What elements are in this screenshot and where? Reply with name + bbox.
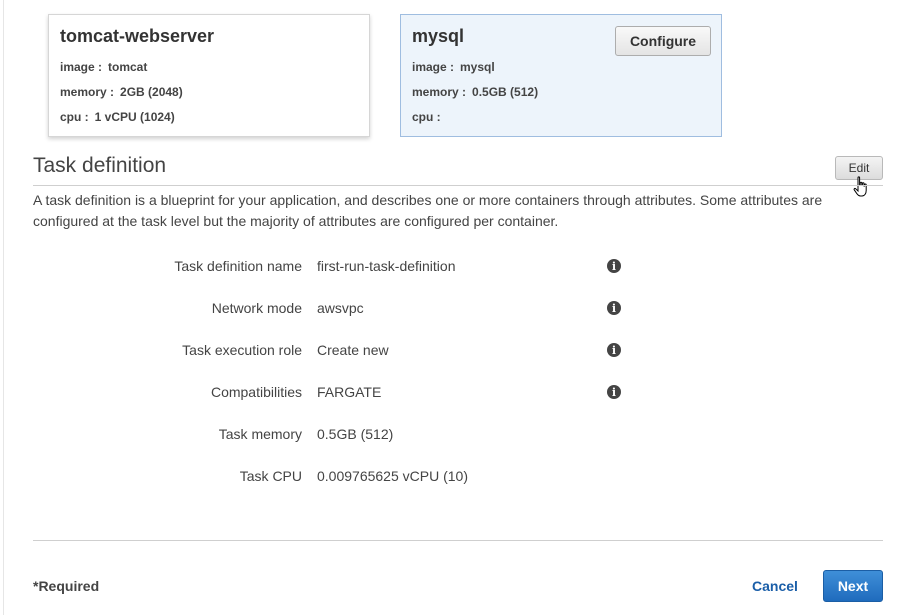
info-icon[interactable]: i <box>607 385 621 399</box>
cpu-label: cpu : <box>412 110 441 124</box>
attribute-label: Task execution role <box>182 342 302 358</box>
attribute-value: 0.009765625 vCPU (10) <box>317 468 468 484</box>
attribute-row-compatibilities: Compatibilities FARGATE i <box>0 384 902 404</box>
info-icon[interactable]: i <box>607 259 621 273</box>
container-card-tomcat-webserver[interactable]: tomcat-webserver image : tomcat memory : 2… <box>48 14 370 137</box>
section-title: Task definition <box>33 154 167 177</box>
footer-divider <box>33 540 883 541</box>
info-icon[interactable]: i <box>607 343 621 357</box>
image-value: tomcat <box>108 60 148 74</box>
attribute-value: Create new <box>317 342 389 358</box>
container-name: tomcat-webserver <box>60 26 215 46</box>
attribute-label: Network mode <box>211 300 302 316</box>
attribute-row-task-execution-role: Task execution role Create new i <box>0 342 902 362</box>
attribute-label: Task CPU <box>239 468 302 484</box>
section-divider <box>33 185 883 186</box>
memory-value: 0.5GB (512) <box>472 85 539 99</box>
attribute-value: awsvpc <box>317 300 364 316</box>
attribute-label: Task definition name <box>174 258 302 274</box>
attribute-value: 0.5GB (512) <box>317 426 394 442</box>
memory-value: 2GB (2048) <box>120 85 183 99</box>
next-button[interactable]: Next <box>823 570 883 602</box>
container-cpu-line: cpu : <box>412 110 447 124</box>
memory-label: memory : <box>412 85 467 99</box>
container-name: mysql <box>412 26 465 46</box>
attribute-label: Compatibilities <box>210 384 302 400</box>
container-image-line: image : mysql <box>412 60 495 74</box>
container-cpu-line: cpu : 1 vCPU (1024) <box>60 110 175 124</box>
attribute-value: FARGATE <box>317 384 382 400</box>
attribute-row-task-cpu: Task CPU 0.009765625 vCPU (10) <box>0 468 902 488</box>
configure-button[interactable]: Configure <box>615 26 711 56</box>
image-label: image : <box>412 60 455 74</box>
container-memory-line: memory : 0.5GB (512) <box>412 85 538 99</box>
attribute-row-task-definition-name: Task definition name first-run-task-defi… <box>0 258 902 278</box>
memory-label: memory : <box>60 85 115 99</box>
required-note: *Required <box>33 578 100 594</box>
info-icon[interactable]: i <box>607 301 621 315</box>
hand-pointer-cursor-icon <box>853 176 867 197</box>
attribute-row-network-mode: Network mode awsvpc i <box>0 300 902 320</box>
cancel-button[interactable]: Cancel <box>752 578 798 594</box>
attribute-row-task-memory: Task memory 0.5GB (512) <box>0 426 902 446</box>
task-definition-description: A task definition is a blueprint for you… <box>33 192 823 229</box>
container-memory-line: memory : 2GB (2048) <box>60 85 183 99</box>
image-value: mysql <box>460 60 495 74</box>
attribute-label: Task memory <box>218 426 302 442</box>
cpu-value: 1 vCPU (1024) <box>94 110 175 124</box>
container-card-mysql[interactable]: mysql Configure image : mysql memory : 0.5… <box>400 14 722 137</box>
attribute-value: first-run-task-definition <box>317 258 456 274</box>
cpu-label: cpu : <box>60 110 89 124</box>
container-image-line: image : tomcat <box>60 60 147 74</box>
image-label: image : <box>60 60 103 74</box>
